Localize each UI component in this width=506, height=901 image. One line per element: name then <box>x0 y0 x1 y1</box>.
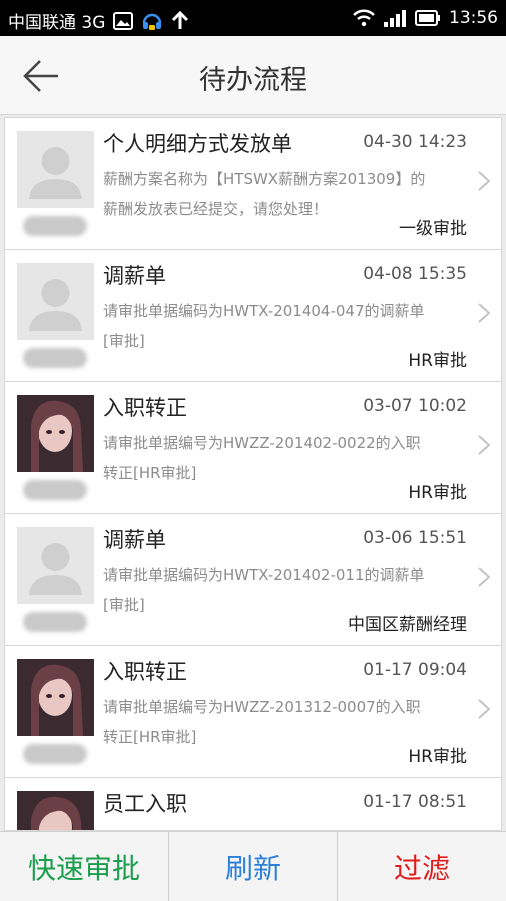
status-bar: 中国联通 3G 13:56 <box>0 0 506 36</box>
filter-button[interactable]: 过滤 <box>338 832 506 901</box>
item-title: 调薪单 <box>103 528 166 552</box>
blurred-name <box>23 744 87 764</box>
list-item[interactable]: 调薪单 04-08 15:35 请审批单据编码为HWTX-201404-047的… <box>5 250 501 382</box>
item-time: 01-17 09:04 <box>363 660 467 680</box>
signal-icon <box>383 9 407 27</box>
approval-stage: HR审批 <box>408 483 467 503</box>
default-avatar <box>17 263 94 340</box>
approval-stage: HR审批 <box>408 351 467 371</box>
item-description: 请审批单据编号为HWZZ-201312-0007的入职转正[HR审批] <box>103 698 421 746</box>
item-title: 入职转正 <box>103 660 187 684</box>
chevron-right-icon <box>478 303 491 323</box>
approval-stage: 中国区薪酬经理 <box>348 615 467 635</box>
app-header: 待办流程 <box>0 36 506 115</box>
list-item[interactable]: 入职转正 03-07 10:02 请审批单据编号为HWZZ-201402-002… <box>5 382 501 514</box>
blurred-name <box>23 612 87 632</box>
bottom-action-bar: 快速审批 刷新 过滤 <box>0 831 506 901</box>
refresh-button[interactable]: 刷新 <box>169 832 338 901</box>
item-description: 薪酬方案名称为【HTSWX薪酬方案201309】的薪酬发放表已经提交，请您处理！ <box>103 170 426 218</box>
item-time: 01-17 08:51 <box>363 792 467 812</box>
page-title: 待办流程 <box>199 65 307 96</box>
list-item[interactable]: 调薪单 03-06 15:51 请审批单据编码为HWTX-201402-011的… <box>5 514 501 646</box>
photo-avatar <box>17 659 94 736</box>
chevron-right-icon <box>478 435 491 455</box>
item-time: 04-08 15:35 <box>363 264 467 284</box>
item-title: 入职转正 <box>103 396 187 420</box>
list-item[interactable]: 个人明细方式发放单 04-30 14:23 薪酬方案名称为【HTSWX薪酬方案2… <box>5 118 501 250</box>
chevron-right-icon <box>478 699 491 719</box>
item-title: 个人明细方式发放单 <box>103 132 292 156</box>
clock-label: 13:56 <box>449 8 498 28</box>
item-title: 调薪单 <box>103 264 166 288</box>
list-item[interactable]: 入职转正 01-17 09:04 请审批单据编号为HWZZ-201312-000… <box>5 646 501 778</box>
carrier-label: 中国联通 3G <box>8 13 106 33</box>
headset-icon <box>141 10 163 32</box>
approval-stage: 一级审批 <box>399 219 467 239</box>
list-item[interactable]: 员工入职 01-17 08:51 <box>5 778 501 830</box>
chevron-right-icon <box>478 567 491 587</box>
default-avatar <box>17 131 94 208</box>
quick-approve-button[interactable]: 快速审批 <box>0 832 169 901</box>
blurred-name <box>23 480 87 500</box>
blurred-name <box>23 348 87 368</box>
wifi-icon <box>353 9 375 27</box>
photo-avatar <box>17 791 94 830</box>
item-time: 03-06 15:51 <box>363 528 467 548</box>
chevron-right-icon <box>478 171 491 191</box>
photo-avatar <box>17 395 94 472</box>
item-description: 请审批单据编码为HWTX-201404-047的调薪单[审批] <box>103 302 425 350</box>
item-time: 03-07 10:02 <box>363 396 467 416</box>
item-title: 员工入职 <box>103 792 187 816</box>
approval-stage: HR审批 <box>408 747 467 767</box>
default-avatar <box>17 527 94 604</box>
todo-list[interactable]: 个人明细方式发放单 04-30 14:23 薪酬方案名称为【HTSWX薪酬方案2… <box>4 117 502 831</box>
battery-icon <box>415 10 441 26</box>
item-description: 请审批单据编号为HWZZ-201402-0022的入职转正[HR审批] <box>103 434 421 482</box>
gallery-icon <box>113 11 134 30</box>
blurred-name <box>23 216 87 236</box>
item-time: 04-30 14:23 <box>363 132 467 152</box>
upload-arrow-icon <box>171 10 189 31</box>
